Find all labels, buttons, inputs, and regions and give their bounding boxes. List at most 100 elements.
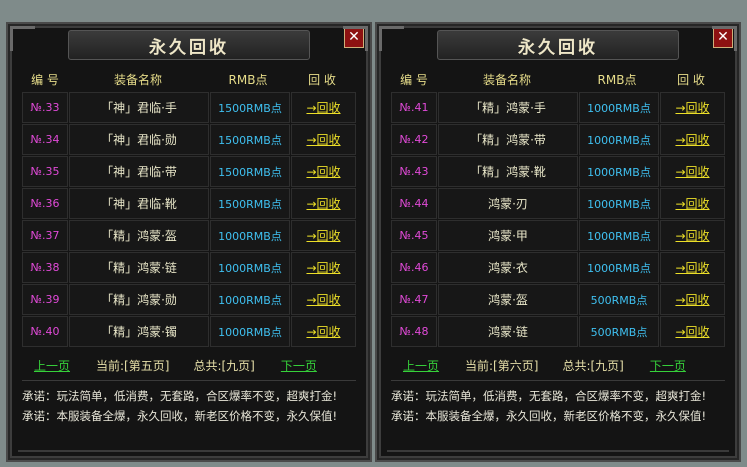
recycle-link[interactable]: →回收 — [291, 284, 356, 315]
header-no: 编 号 — [31, 72, 59, 87]
recycle-link[interactable]: →回收 — [660, 252, 725, 283]
item-name: 鸿蒙·刃 — [438, 188, 578, 219]
item-rmb: 1500RMB点 — [210, 92, 290, 123]
item-name: 鸿蒙·盔 — [438, 284, 578, 315]
item-no: №.42 — [391, 124, 437, 155]
item-name: 「神」君临·靴 — [69, 188, 209, 219]
item-name: 「精」鸿蒙·盔 — [69, 220, 209, 251]
table-row: №.34 「神」君临·勋 1500RMB点 →回收 — [22, 124, 356, 155]
item-list: №.33 「神」君临·手 1500RMB点 →回收 №.34 「神」君临·勋 1… — [22, 92, 356, 348]
item-name: 「精」鸿蒙·靴 — [438, 156, 578, 187]
item-no: №.34 — [22, 124, 68, 155]
panel-title: 永久回收 — [518, 37, 598, 58]
table-row: №.42 「精」鸿蒙·带 1000RMB点 →回收 — [391, 124, 725, 155]
item-rmb: 1000RMB点 — [579, 188, 659, 219]
pagination: 上一页 当前:[第六页] 总共:[九页] 下一页 — [391, 354, 725, 376]
recycle-link[interactable]: →回收 — [660, 188, 725, 219]
recycle-link[interactable]: →回收 — [660, 92, 725, 123]
title-bar: 永久回收 — [68, 30, 310, 60]
table-row: №.46 鸿蒙·衣 1000RMB点 →回收 — [391, 252, 725, 283]
table-row: №.33 「神」君临·手 1500RMB点 →回收 — [22, 92, 356, 123]
item-rmb: 500RMB点 — [579, 284, 659, 315]
item-name: 鸿蒙·甲 — [438, 220, 578, 251]
table-row: №.44 鸿蒙·刃 1000RMB点 →回收 — [391, 188, 725, 219]
item-rmb: 1000RMB点 — [579, 220, 659, 251]
recycle-link[interactable]: →回收 — [291, 92, 356, 123]
item-list: №.41 「精」鸿蒙·手 1000RMB点 →回收 №.42 「精」鸿蒙·带 1… — [391, 92, 725, 348]
item-no: №.41 — [391, 92, 437, 123]
table-row: №.48 鸿蒙·链 500RMB点 →回收 — [391, 316, 725, 347]
item-no: №.38 — [22, 252, 68, 283]
header-rmb: RMB点 — [597, 72, 637, 87]
item-no: №.39 — [22, 284, 68, 315]
item-rmb: 500RMB点 — [579, 316, 659, 347]
recycle-link[interactable]: →回收 — [291, 252, 356, 283]
divider — [22, 380, 356, 381]
recycle-link[interactable]: →回收 — [291, 220, 356, 251]
table-row: №.43 「精」鸿蒙·靴 1000RMB点 →回收 — [391, 156, 725, 187]
recycle-link[interactable]: →回收 — [291, 188, 356, 219]
table-row: №.39 「精」鸿蒙·勋 1000RMB点 →回收 — [22, 284, 356, 315]
item-name: 鸿蒙·链 — [438, 316, 578, 347]
item-no: №.45 — [391, 220, 437, 251]
prev-page-link[interactable]: 上一页 — [403, 357, 439, 374]
item-no: №.36 — [22, 188, 68, 219]
item-rmb: 1500RMB点 — [210, 124, 290, 155]
table-row: №.36 「神」君临·靴 1500RMB点 →回收 — [22, 188, 356, 219]
promise-text: 承诺：本服装备全爆，永久回收，新老区价格不变，永久保值! — [22, 409, 338, 423]
item-no: №.48 — [391, 316, 437, 347]
recycle-panel-right: 永久回收 ✕ 编 号 装备名称 RMB点 回 收 №.41 「精」鸿蒙·手 10… — [375, 22, 741, 462]
recycle-link[interactable]: →回收 — [291, 124, 356, 155]
close-button[interactable]: ✕ — [344, 28, 364, 48]
promise-text: 承诺：本服装备全爆，永久回收，新老区价格不变，永久保值! — [391, 409, 707, 423]
recycle-link[interactable]: →回收 — [291, 156, 356, 187]
total-pages: 总共:[九页] — [193, 358, 255, 373]
item-name: 「精」鸿蒙·链 — [69, 252, 209, 283]
header-name: 装备名称 — [113, 72, 162, 87]
item-rmb: 1500RMB点 — [210, 156, 290, 187]
recycle-link[interactable]: →回收 — [291, 316, 356, 347]
next-page-link[interactable]: 下一页 — [281, 357, 317, 374]
item-name: 「神」君临·手 — [69, 92, 209, 123]
promise-text: 承诺：玩法简单，低消费，无套路，合区爆率不变，超爽打金! — [22, 389, 338, 403]
item-name: 鸿蒙·衣 — [438, 252, 578, 283]
recycle-link[interactable]: →回收 — [660, 316, 725, 347]
header-action: 回 收 — [308, 72, 336, 87]
promise-text: 承诺：玩法简单，低消费，无套路，合区爆率不变，超爽打金! — [391, 389, 707, 403]
total-pages: 总共:[九页] — [562, 358, 624, 373]
item-name: 「精」鸿蒙·镯 — [69, 316, 209, 347]
table-header: 编 号 装备名称 RMB点 回 收 — [22, 68, 356, 90]
item-no: №.46 — [391, 252, 437, 283]
close-button[interactable]: ✕ — [713, 28, 733, 48]
item-name: 「精」鸿蒙·手 — [438, 92, 578, 123]
item-no: №.47 — [391, 284, 437, 315]
recycle-link[interactable]: →回收 — [660, 156, 725, 187]
table-row: №.45 鸿蒙·甲 1000RMB点 →回收 — [391, 220, 725, 251]
item-rmb: 1000RMB点 — [579, 156, 659, 187]
item-rmb: 1500RMB点 — [210, 188, 290, 219]
next-page-link[interactable]: 下一页 — [650, 357, 686, 374]
table-header: 编 号 装备名称 RMB点 回 收 — [391, 68, 725, 90]
item-no: №.33 — [22, 92, 68, 123]
item-name: 「精」鸿蒙·勋 — [69, 284, 209, 315]
item-no: №.40 — [22, 316, 68, 347]
table-row: №.35 「神」君临·带 1500RMB点 →回收 — [22, 156, 356, 187]
prev-page-link[interactable]: 上一页 — [34, 357, 70, 374]
item-name: 「神」君临·勋 — [69, 124, 209, 155]
item-rmb: 1000RMB点 — [210, 220, 290, 251]
item-no: №.43 — [391, 156, 437, 187]
recycle-link[interactable]: →回收 — [660, 284, 725, 315]
header-name: 装备名称 — [482, 72, 531, 87]
header-no: 编 号 — [400, 72, 428, 87]
title-bar: 永久回收 — [437, 30, 679, 60]
recycle-panel-left: 永久回收 ✕ 编 号 装备名称 RMB点 回 收 №.33 「神」君临·手 15… — [6, 22, 372, 462]
item-rmb: 1000RMB点 — [579, 92, 659, 123]
item-no: №.37 — [22, 220, 68, 251]
header-action: 回 收 — [677, 72, 705, 87]
table-row: №.47 鸿蒙·盔 500RMB点 →回收 — [391, 284, 725, 315]
bottom-border-ornament — [18, 446, 360, 452]
pagination: 上一页 当前:[第五页] 总共:[九页] 下一页 — [22, 354, 356, 376]
item-rmb: 1000RMB点 — [210, 284, 290, 315]
recycle-link[interactable]: →回收 — [660, 220, 725, 251]
recycle-link[interactable]: →回收 — [660, 124, 725, 155]
